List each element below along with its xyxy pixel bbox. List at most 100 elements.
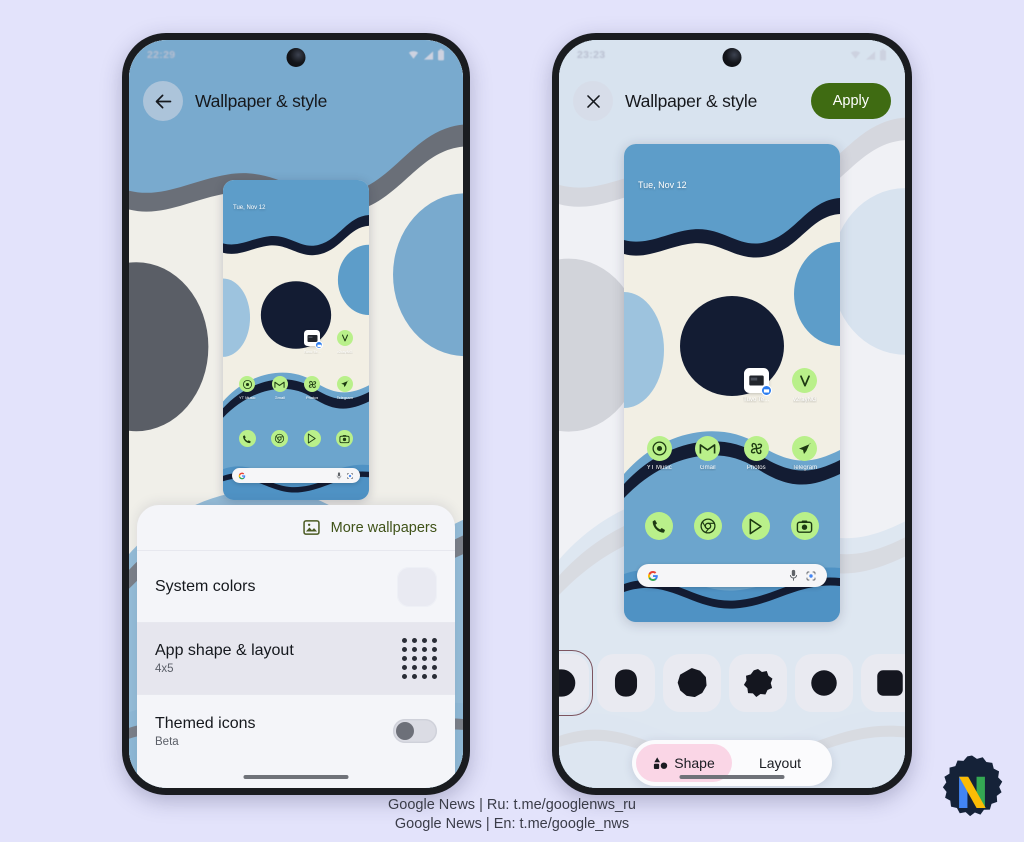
app-v2rayng-cell[interactable]: v2rayNG (781, 368, 830, 403)
app-folder-cell[interactable]: Tuvo Te... (296, 330, 329, 354)
screenshot-canvas: 22:29 Wallpaper & style Tue, Nov 12 Tuvo… (0, 0, 1024, 842)
status-time: 22:29 (147, 49, 176, 61)
shape-option-arch[interactable] (559, 650, 593, 716)
google-g-icon (238, 472, 246, 479)
shape-option-square[interactable] (861, 654, 905, 712)
square-shape-icon (877, 670, 903, 696)
play-store-icon (742, 512, 771, 540)
apply-button[interactable]: Apply (810, 83, 891, 119)
option-text-block: App shape & layout 4x5 (155, 642, 294, 675)
status-icons (849, 49, 887, 61)
app-gmail-cell[interactable]: Gmail (264, 376, 297, 400)
gmail-icon (695, 436, 721, 461)
dock-phone-cell[interactable] (635, 512, 684, 540)
folder-icon (304, 330, 324, 349)
app-row-1: Tuvo Te... v2rayNG (223, 330, 369, 354)
app-photos-cell[interactable]: Photos (732, 436, 781, 471)
app-telegram-cell[interactable]: Telegram (781, 436, 830, 471)
date-widget: Tue, Nov 12 (638, 180, 687, 190)
option-themed-icons[interactable]: Themed icons Beta (137, 695, 455, 767)
yt-music-icon (646, 436, 672, 461)
dock-camera-cell[interactable] (781, 512, 830, 540)
camera-icon (336, 430, 354, 447)
wallpaper-preview-card[interactable]: Tue, Nov 12 Tuvo Te... v2rayNG YT Music … (223, 180, 369, 500)
circle-shape-icon (811, 670, 837, 696)
themed-icons-toggle[interactable] (393, 719, 437, 743)
color-swatch[interactable] (397, 566, 437, 607)
right-phone-frame: 23:23 Wallpaper & style Apply Tue, Nov 1… (552, 33, 912, 795)
more-wallpapers-label: More wallpapers (330, 519, 437, 536)
app-gmail-cell[interactable]: Gmail (684, 436, 733, 471)
app-telegram-cell[interactable]: Telegram (329, 376, 362, 400)
page-title: Wallpaper & style (625, 90, 758, 111)
date-widget: Tue, Nov 12 (233, 205, 266, 211)
wallpaper-options-sheet: More wallpapers System colors App shape … (137, 505, 455, 788)
shape-option-four-leaf-clover[interactable] (597, 654, 655, 712)
gesture-nav-bar[interactable] (243, 775, 349, 779)
dock-play-store-cell[interactable] (732, 512, 781, 540)
folder-badge-icon (760, 385, 772, 396)
app-label: v2rayNG (336, 348, 353, 354)
dock-chrome-cell[interactable] (684, 512, 733, 540)
tab-layout-label: Layout (758, 755, 802, 771)
app-photos-cell[interactable]: Photos (296, 376, 329, 400)
arrow-back-icon (155, 94, 171, 108)
google-lens-icon[interactable] (346, 472, 354, 480)
footer-credits: Google News | Ru: t.me/googlenws_ru Goog… (0, 796, 1024, 834)
dock-row (223, 430, 369, 447)
close-button[interactable] (573, 81, 613, 121)
google-g-icon (647, 570, 658, 581)
more-wallpapers-row[interactable]: More wallpapers (137, 505, 455, 551)
mic-icon[interactable] (789, 569, 798, 582)
telegram-icon (792, 436, 818, 461)
left-home-preview: Tue, Nov 12 Tuvo Te... v2rayNG YT Music … (223, 180, 369, 500)
mic-icon[interactable] (336, 471, 342, 480)
folder-glyph-icon (749, 375, 764, 386)
left-phone-frame: 22:29 Wallpaper & style Tue, Nov 12 Tuvo… (122, 33, 470, 795)
nine-sided-star-shape-icon (743, 668, 773, 697)
app-label: Telegram (336, 394, 353, 400)
option-app-shape-layout[interactable]: App shape & layout 4x5 (137, 623, 455, 695)
app-yt-music-cell[interactable]: YT Music (635, 436, 684, 471)
google-lens-icon[interactable] (805, 570, 817, 582)
right-phone-screen: 23:23 Wallpaper & style Apply Tue, Nov 1… (559, 40, 905, 788)
app-label: Gmail (274, 394, 285, 400)
app-v2rayng-cell[interactable]: v2rayNG (329, 330, 362, 354)
option-title: Themed icons (155, 714, 256, 732)
front-camera-punch-hole (286, 48, 306, 67)
app-yt-music-cell[interactable]: YT Music (231, 376, 264, 400)
chrome-icon (271, 430, 289, 447)
google-search-bar[interactable] (637, 564, 827, 587)
play-store-icon (303, 430, 321, 447)
app-label: YT Music (646, 465, 672, 471)
shape-option-seven-sided-cookie[interactable] (663, 654, 721, 712)
battery-icon (880, 49, 886, 61)
dock-play-store-cell[interactable] (296, 430, 329, 447)
shape-layout-segmented-control[interactable]: Shape Layout (632, 740, 832, 786)
toggle-knob (396, 722, 414, 740)
wifi-icon (408, 50, 419, 59)
grid-preview-icon[interactable] (402, 638, 437, 679)
status-icons (407, 49, 445, 61)
shape-carousel[interactable] (559, 644, 905, 722)
app-label: YT Music (238, 394, 256, 400)
back-button[interactable] (143, 81, 183, 121)
status-time: 23:23 (577, 49, 606, 61)
google-search-bar[interactable] (232, 468, 360, 483)
option-system-colors[interactable]: System colors (137, 551, 455, 623)
dock-camera-cell[interactable] (329, 430, 362, 447)
logo-badge-icon (942, 755, 1003, 817)
app-folder-cell[interactable]: Tuvo Te... (732, 368, 781, 403)
shape-option-circle[interactable] (795, 654, 853, 712)
dock-phone-cell[interactable] (231, 430, 264, 447)
app-label: Gmail (699, 465, 716, 471)
dock-row (624, 512, 840, 540)
gesture-nav-bar[interactable] (679, 775, 785, 779)
app-label: Telegram (792, 465, 818, 471)
shape-option-nine-sided-star[interactable] (729, 654, 787, 712)
yt-music-icon (239, 376, 256, 392)
home-screen-preview[interactable]: Tue, Nov 12 Tuvo Te... v2rayNG YT Music … (624, 144, 840, 622)
dock-chrome-cell[interactable] (264, 430, 297, 447)
page-title: Wallpaper & style (195, 90, 328, 111)
right-home-preview: Tue, Nov 12 Tuvo Te... v2rayNG YT Music … (624, 144, 840, 622)
